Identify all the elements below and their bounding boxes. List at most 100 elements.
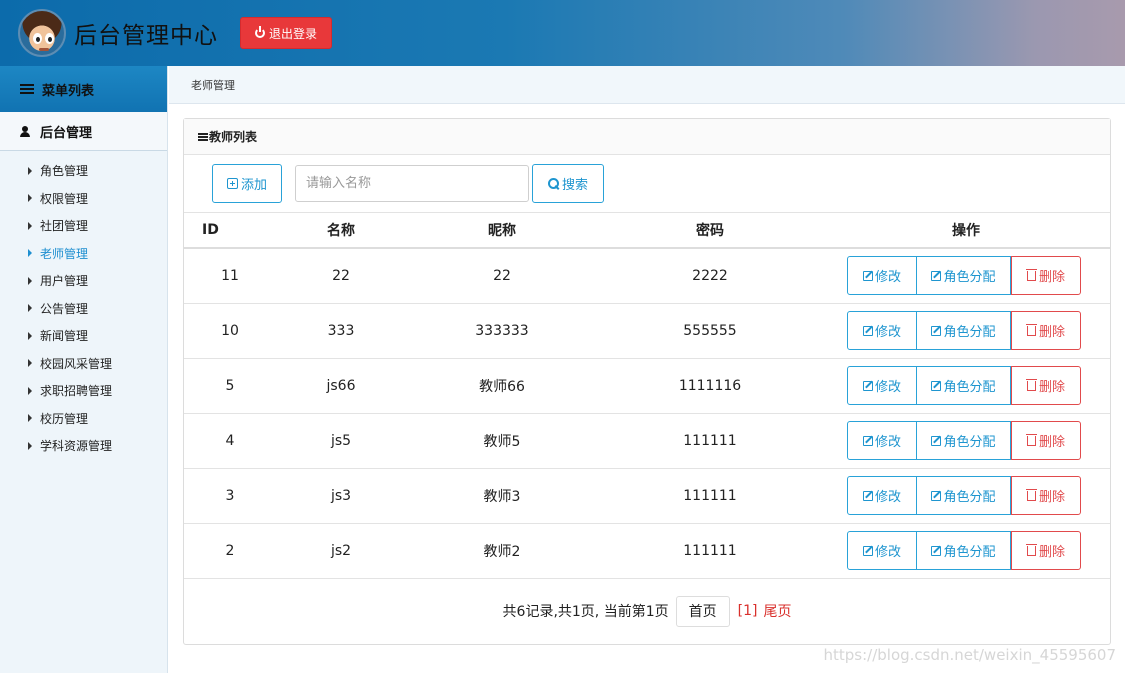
delete-label: 删除 (1038, 270, 1065, 286)
sidebar-item[interactable]: 新闻管理 (0, 322, 167, 350)
sidebar-item-label: 社团管理 (40, 219, 89, 234)
edit-button[interactable]: 修改 (847, 256, 917, 296)
delete-button[interactable]: 删除 (1011, 366, 1081, 405)
edit-label: 修改 (874, 545, 901, 560)
cell-id: 5 (184, 358, 276, 414)
teacher-list-panel: 教师列表 添加 搜索 ID 名称 昵称 密码 (183, 118, 1111, 645)
caret-right-icon (28, 221, 32, 230)
assign-role-button[interactable]: 角色分配 (917, 256, 1011, 296)
cell-password: 111111 (598, 523, 822, 579)
menu-title: 菜单列表 (42, 83, 95, 99)
pagination: 共6记录,共1页, 当前第1页 首页 [1] 尾页 (184, 578, 1110, 644)
delete-button[interactable]: 删除 (1011, 421, 1081, 460)
sidebar-item-label: 权限管理 (40, 191, 89, 206)
cell-password: 2222 (598, 248, 822, 304)
sidebar-item[interactable]: 用户管理 (0, 267, 167, 295)
sidebar-item[interactable]: 公告管理 (0, 295, 167, 323)
table-row: 4 js5 教师5 111111 修改 角色分配 删除 (184, 413, 1110, 469)
edit-button[interactable]: 修改 (847, 311, 917, 350)
assign-role-button[interactable]: 角色分配 (917, 311, 1011, 350)
table-row: 3 js3 教师3 111111 修改 角色分配 删除 (184, 468, 1110, 524)
cell-id: 4 (184, 413, 276, 469)
col-nickname: 昵称 (406, 213, 598, 249)
list-icon (20, 83, 34, 95)
edit-label: 修改 (874, 380, 901, 395)
menu-icon (198, 132, 208, 141)
cell-id: 3 (184, 468, 276, 524)
sidebar-item-label: 校历管理 (40, 411, 89, 426)
sidebar-item-label: 新闻管理 (40, 329, 89, 344)
cell-nickname: 教师66 (406, 358, 598, 414)
caret-right-icon (28, 359, 32, 368)
row-actions: 修改 角色分配 删除 (822, 531, 1110, 570)
first-page-button[interactable]: 首页 (675, 595, 730, 627)
sidebar-item[interactable]: 校历管理 (0, 405, 167, 433)
sidebar-item-label: 公告管理 (40, 301, 89, 316)
site-title: 后台管理中心 (74, 23, 218, 49)
panel-header: 教师列表 (184, 119, 1110, 155)
logout-label: 退出登录 (269, 26, 318, 41)
row-actions: 修改 角色分配 删除 (822, 476, 1110, 515)
search-icon (547, 178, 559, 189)
delete-label: 删除 (1038, 490, 1065, 505)
delete-button[interactable]: 删除 (1011, 531, 1081, 570)
cell-name: 22 (276, 248, 406, 304)
delete-button[interactable]: 删除 (1011, 311, 1081, 350)
role-label: 角色分配 (943, 435, 996, 450)
sidebar: 菜单列表 后台管理 角色管理权限管理社团管理老师管理 用户管理公告管理新闻管理校园… (0, 66, 168, 673)
edit-icon (862, 545, 873, 556)
role-label: 角色分配 (943, 380, 996, 395)
cell-id: 11 (184, 248, 276, 304)
edit-button[interactable]: 修改 (847, 421, 917, 460)
row-actions: 修改 角色分配 删除 (822, 421, 1110, 460)
sidebar-item[interactable]: 角色管理 (0, 157, 167, 185)
assign-role-button[interactable]: 角色分配 (917, 421, 1011, 460)
last-page-link[interactable]: 尾页 (763, 601, 791, 621)
cell-actions: 修改 角色分配 删除 (822, 358, 1110, 414)
cell-password: 555555 (598, 303, 822, 359)
assign-role-button[interactable]: 角色分配 (917, 366, 1011, 405)
cell-name: js2 (276, 523, 406, 579)
assign-role-button[interactable]: 角色分配 (917, 476, 1011, 515)
teacher-table: ID 名称 昵称 密码 操作 11 22 22 2222 修改 角色分配 删除 10 333 33… (184, 213, 1110, 579)
panel-title: 教师列表 (209, 130, 258, 144)
row-actions: 修改 角色分配 删除 (822, 366, 1110, 405)
caret-right-icon (28, 414, 32, 423)
role-label: 角色分配 (943, 325, 996, 340)
sidebar-item-label: 求职招聘管理 (40, 384, 113, 399)
section-title: 后台管理 (40, 125, 93, 141)
delete-button[interactable]: 删除 (1011, 476, 1081, 515)
search-input[interactable] (295, 165, 529, 202)
sidebar-item[interactable]: 权限管理 (0, 185, 167, 213)
logout-button[interactable]: 退出登录 (240, 17, 333, 49)
edit-label: 修改 (874, 435, 901, 450)
search-button[interactable]: 搜索 (532, 164, 604, 203)
add-button[interactable]: 添加 (212, 164, 282, 203)
sidebar-item[interactable]: 求职招聘管理 (0, 377, 167, 405)
edit-button[interactable]: 修改 (847, 531, 917, 570)
sidebar-item[interactable]: 校园风采管理 (0, 350, 167, 378)
cell-nickname: 教师2 (406, 523, 598, 579)
cell-actions: 修改 角色分配 删除 (822, 248, 1110, 304)
caret-right-icon (28, 386, 32, 395)
edit-button[interactable]: 修改 (847, 366, 917, 405)
sidebar-nav: 角色管理权限管理社团管理老师管理 用户管理公告管理新闻管理校园风采管理求职招聘管理… (0, 151, 167, 460)
caret-right-icon (28, 194, 32, 203)
plus-square-icon (226, 178, 238, 189)
assign-role-button[interactable]: 角色分配 (917, 531, 1011, 570)
trash-icon (1025, 323, 1037, 336)
toolbar: 添加 搜索 (184, 155, 1110, 213)
sidebar-item[interactable]: 社团管理 (0, 212, 167, 240)
breadcrumb: 老师管理 (169, 66, 1125, 104)
edit-icon (862, 325, 873, 336)
sidebar-item[interactable]: 学科资源管理 (0, 432, 167, 460)
add-label: 添加 (240, 178, 267, 193)
role-label: 角色分配 (943, 545, 996, 560)
section-header[interactable]: 后台管理 (0, 112, 167, 151)
current-page-link[interactable]: [1] (738, 603, 758, 619)
sidebar-item[interactable]: 老师管理 (0, 240, 167, 268)
delete-button[interactable]: 删除 (1011, 256, 1081, 296)
main-content: 老师管理 教师列表 添加 搜索 ID 名称 (169, 66, 1125, 673)
delete-label: 删除 (1038, 435, 1065, 450)
edit-button[interactable]: 修改 (847, 476, 917, 515)
